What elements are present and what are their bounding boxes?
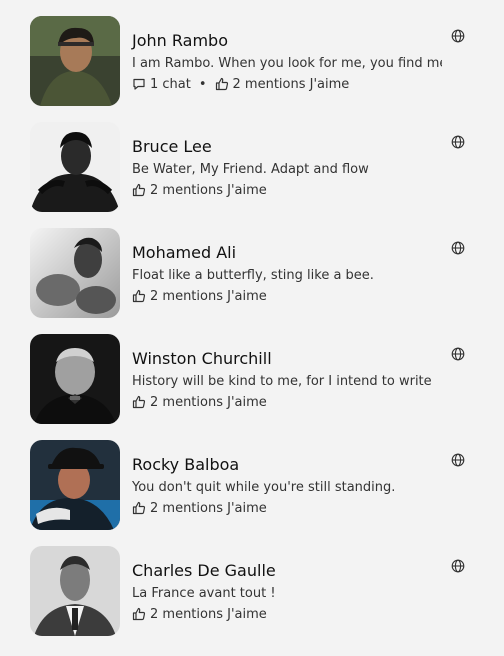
like-count: 2 mentions J'aime (232, 76, 350, 92)
avatar (30, 16, 120, 106)
character-name: Mohamed Ali (132, 243, 237, 262)
avatar (30, 546, 120, 636)
character-quote: History will be kind to me, for I intend… (132, 374, 432, 389)
globe-icon[interactable] (451, 559, 465, 573)
character-quote: I am Rambo. When you look for me, you fi… (132, 56, 442, 71)
like-count: 2 mentions J'aime (150, 500, 267, 516)
character-card[interactable]: Mohamed Ali Float like a butterfly, stin… (0, 228, 504, 320)
character-quote: La France avant tout ! (132, 586, 276, 601)
avatar (30, 440, 120, 530)
character-card[interactable]: Charles De Gaulle La France avant tout !… (0, 546, 504, 638)
thumbs-up-icon[interactable] (132, 501, 146, 515)
globe-icon[interactable] (451, 29, 465, 43)
globe-icon[interactable] (451, 347, 465, 361)
thumbs-up-icon[interactable] (132, 289, 146, 303)
avatar (30, 228, 120, 318)
chat-bubble-icon (132, 77, 146, 91)
like-count: 2 mentions J'aime (150, 394, 267, 410)
character-card[interactable]: John Rambo I am Rambo. When you look for… (0, 16, 504, 108)
character-stats: 2 mentions J'aime (132, 605, 267, 623)
thumbs-up-icon[interactable] (132, 183, 146, 197)
thumbs-up-icon[interactable] (215, 77, 229, 91)
character-card[interactable]: Bruce Lee Be Water, My Friend. Adapt and… (0, 122, 504, 214)
character-name: Rocky Balboa (132, 455, 240, 474)
avatar (30, 122, 120, 212)
character-name: Charles De Gaulle (132, 561, 276, 580)
separator-dot: • (198, 76, 207, 92)
avatar (30, 334, 120, 424)
character-name: Bruce Lee (132, 137, 212, 156)
like-count: 2 mentions J'aime (150, 182, 267, 198)
like-count: 2 mentions J'aime (150, 606, 267, 622)
globe-icon[interactable] (451, 135, 465, 149)
globe-icon[interactable] (451, 453, 465, 467)
character-quote: Be Water, My Friend. Adapt and flow (132, 162, 369, 177)
character-name: John Rambo (132, 31, 228, 50)
thumbs-up-icon[interactable] (132, 607, 146, 621)
character-stats: 2 mentions J'aime (132, 287, 267, 305)
globe-icon[interactable] (451, 241, 465, 255)
character-card[interactable]: Winston Churchill History will be kind t… (0, 334, 504, 426)
chat-count: 1 chat (150, 76, 191, 92)
character-list: John Rambo I am Rambo. When you look for… (0, 0, 504, 656)
thumbs-up-icon[interactable] (132, 395, 146, 409)
character-quote: Float like a butterfly, sting like a bee… (132, 268, 374, 283)
character-stats: 2 mentions J'aime (132, 499, 267, 517)
character-stats: 2 mentions J'aime (132, 393, 267, 411)
character-stats: 1 chat • 2 mentions J'aime (132, 75, 349, 93)
character-stats: 2 mentions J'aime (132, 181, 267, 199)
character-card[interactable]: Rocky Balboa You don't quit while you're… (0, 440, 504, 532)
character-name: Winston Churchill (132, 349, 272, 368)
like-count: 2 mentions J'aime (150, 288, 267, 304)
character-quote: You don't quit while you're still standi… (132, 480, 396, 495)
